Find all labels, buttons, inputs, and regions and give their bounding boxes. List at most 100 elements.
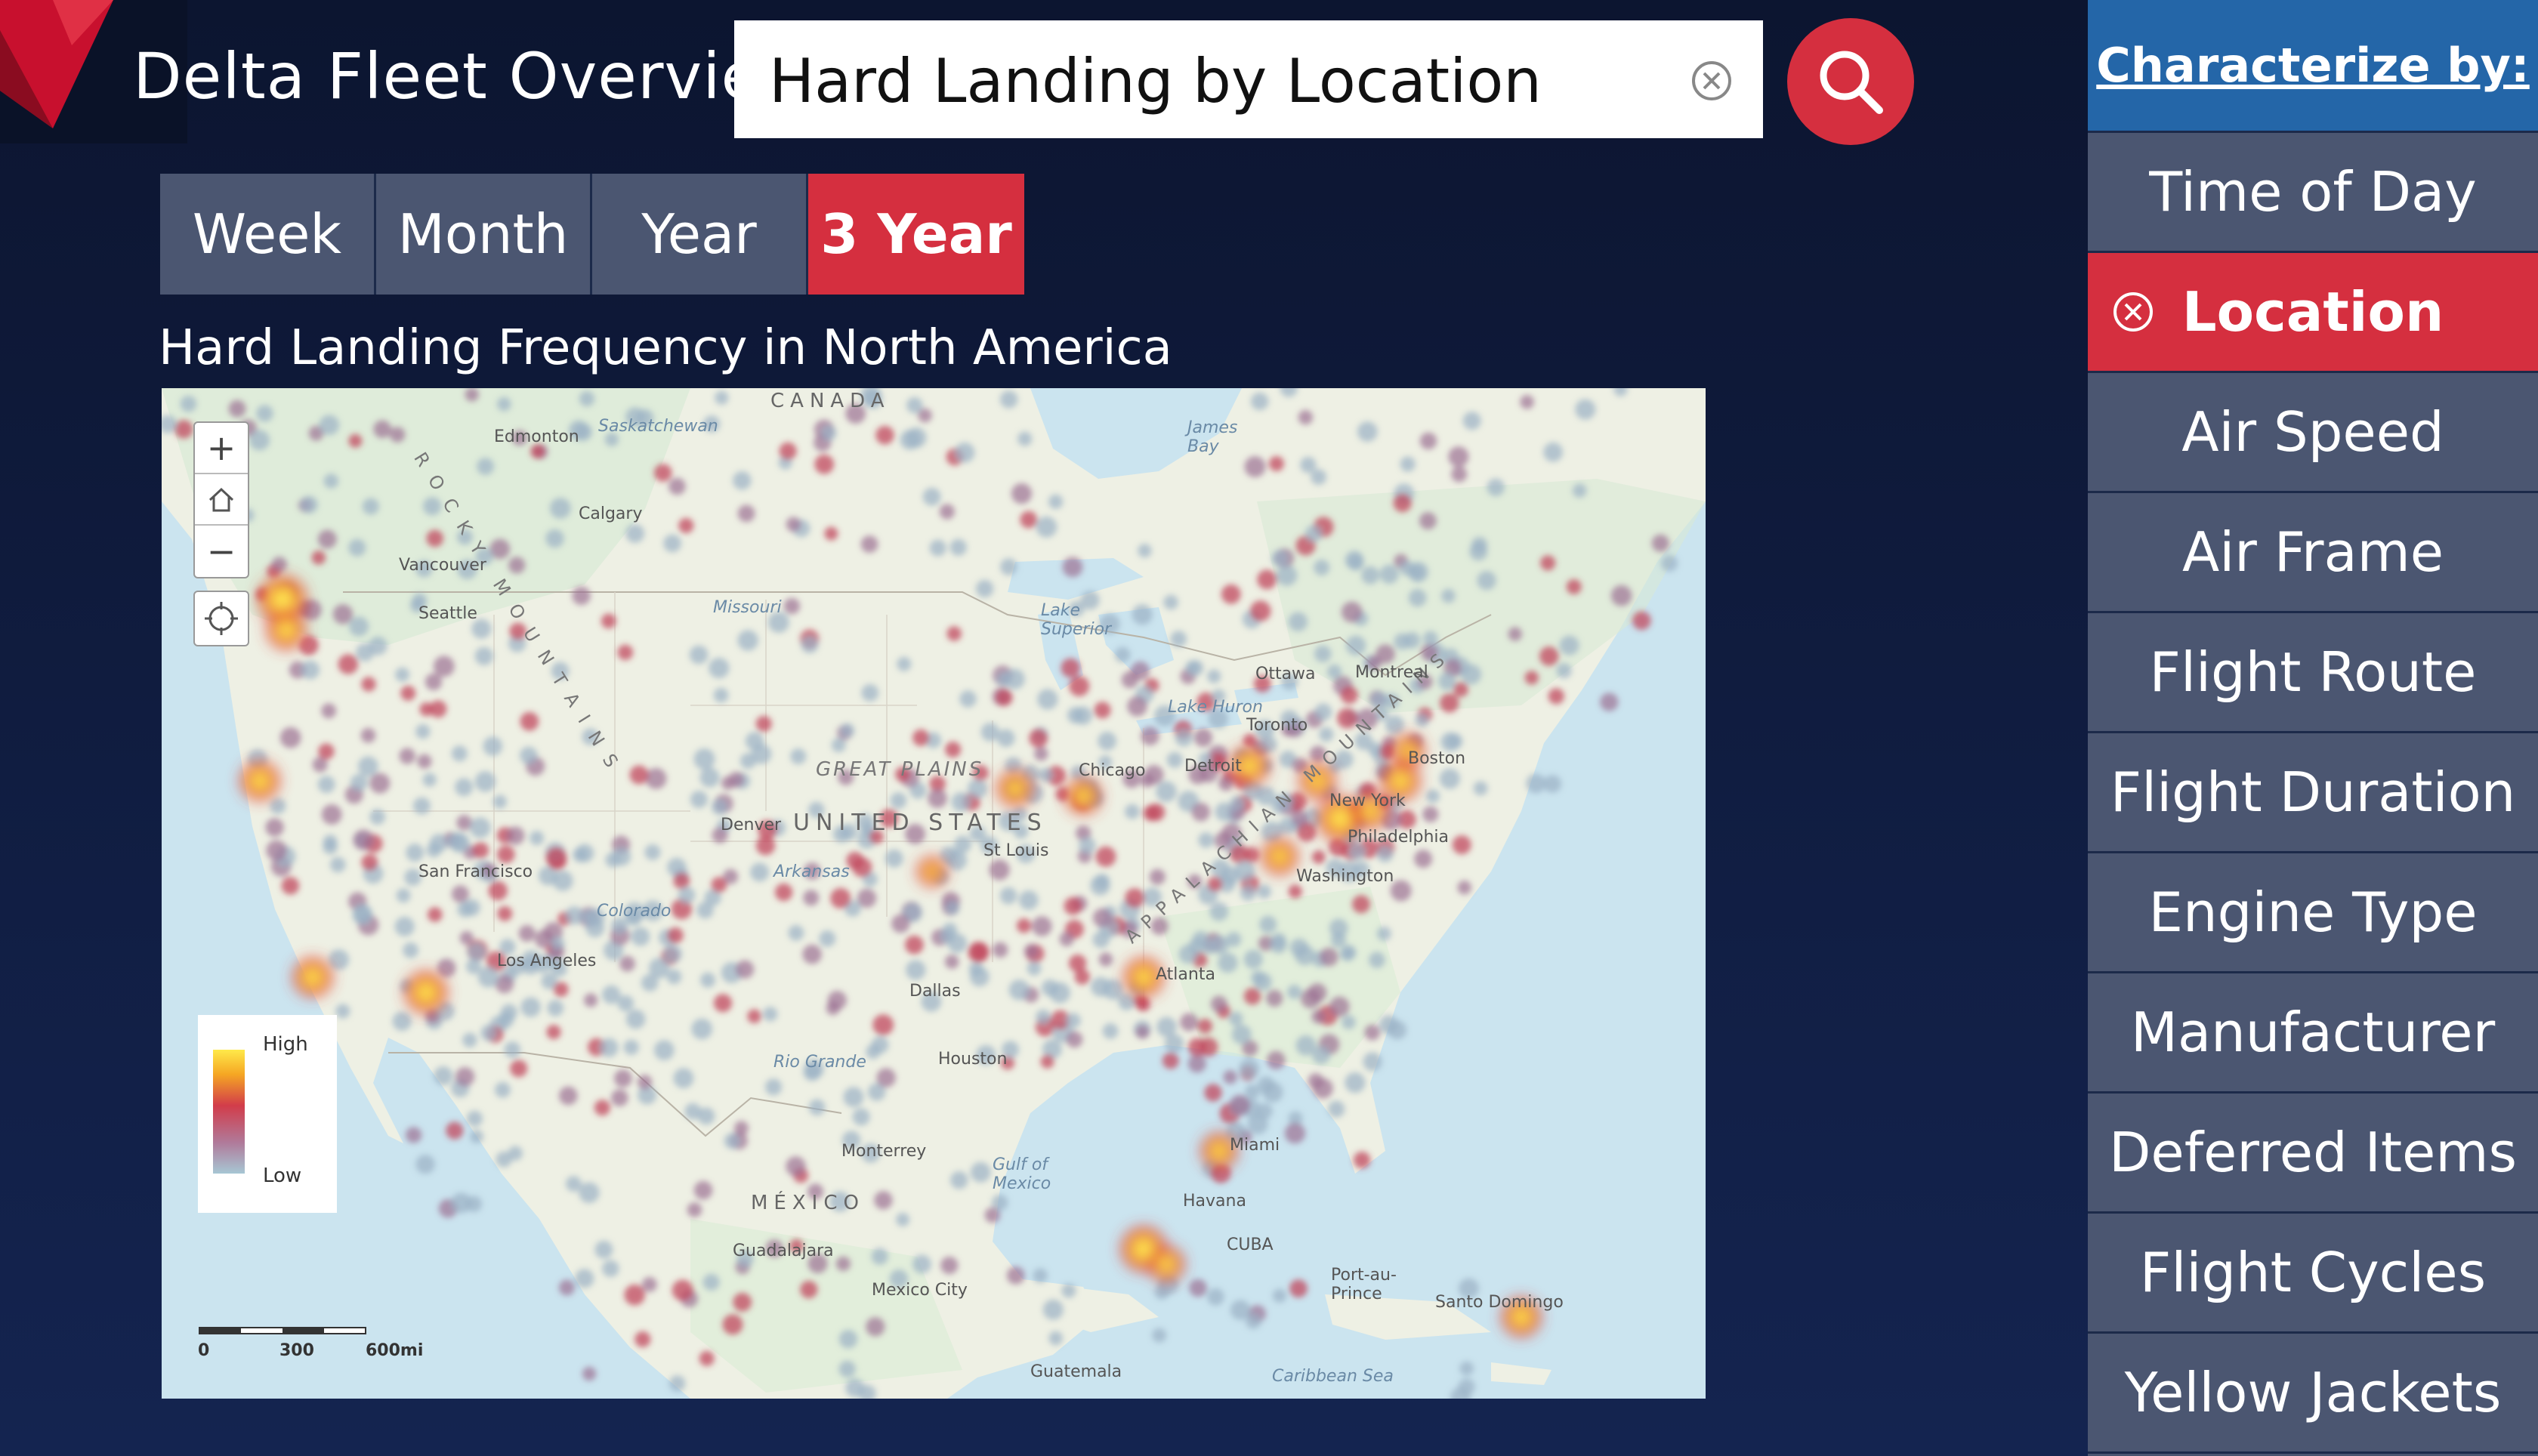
heat-point — [1199, 1037, 1218, 1057]
label-canada: CANADA — [770, 390, 891, 412]
heat-point — [1132, 604, 1153, 625]
heat-point — [1345, 635, 1366, 656]
heat-point — [266, 840, 287, 861]
tab-month[interactable]: Month — [376, 174, 592, 295]
heat-point — [666, 969, 682, 985]
heat-point — [1118, 993, 1135, 1010]
heat-point — [857, 888, 877, 908]
heat-point — [1000, 558, 1017, 575]
city-label: Monterrey — [841, 1142, 927, 1161]
sidebar-item-air-frame[interactable]: Air Frame — [2088, 493, 2538, 613]
heat-point — [497, 396, 511, 412]
heat-point — [631, 927, 650, 946]
search-box[interactable] — [734, 20, 1763, 138]
heat-point — [1330, 932, 1347, 948]
heat-point — [802, 944, 822, 964]
heat-point — [1419, 512, 1437, 530]
heat-map[interactable]: CANADA UNITED STATES MÉXICO GREAT PLAINS… — [162, 388, 1706, 1399]
heat-point — [619, 955, 635, 972]
city-label: Calgary — [579, 504, 643, 523]
label-great-plains: GREAT PLAINS — [816, 758, 984, 781]
heat-point — [1079, 837, 1096, 854]
sidebar-item-deferred-items[interactable]: Deferred Items — [2088, 1094, 2538, 1214]
locate-button[interactable] — [193, 591, 249, 646]
heat-point — [890, 792, 907, 809]
heat-point — [1320, 947, 1338, 967]
heat-point — [734, 1121, 749, 1136]
heat-hotspot-core — [1135, 1241, 1152, 1257]
heat-point — [625, 1009, 646, 1029]
heat-point — [1438, 672, 1456, 690]
heat-point — [1379, 1015, 1398, 1034]
sidebar-item-label: Flight Route — [2149, 640, 2477, 704]
heat-point — [488, 881, 508, 901]
sidebar-header-label[interactable]: Characterize by: — [2096, 38, 2529, 93]
heat-point — [874, 1191, 893, 1210]
heat-point — [174, 420, 193, 439]
heat-point — [1008, 979, 1030, 1001]
heat-point — [1156, 1016, 1177, 1037]
heat-point — [1271, 550, 1289, 567]
heat-point — [1197, 1019, 1213, 1034]
heat-point — [1249, 600, 1271, 622]
clear-circle-x-icon[interactable] — [1690, 60, 1733, 102]
remove-circle-x-icon[interactable] — [2110, 289, 2156, 335]
heat-point — [1231, 1024, 1252, 1044]
heat-point — [369, 637, 387, 656]
heat-point — [419, 702, 434, 717]
sidebar-item-flight-duration[interactable]: Flight Duration — [2088, 733, 2538, 853]
heat-point — [1187, 1054, 1206, 1073]
search-button[interactable] — [1787, 18, 1914, 145]
heat-point — [1166, 751, 1183, 768]
city-label: Santo Domingo — [1435, 1293, 1564, 1312]
label-arkansas: Arkansas — [773, 862, 850, 881]
heat-point — [1312, 1046, 1330, 1065]
heat-point — [1036, 1009, 1051, 1025]
sidebar-item-air-speed[interactable]: Air Speed — [2088, 373, 2538, 493]
sidebar-item-time-of-day[interactable]: Time of Day — [2088, 133, 2538, 253]
heat-point — [228, 399, 246, 418]
heat-point — [256, 405, 273, 422]
sidebar-item-manufacturer[interactable]: Manufacturer — [2088, 973, 2538, 1094]
heat-point — [1345, 1072, 1366, 1094]
sidebar-item-engine-type[interactable]: Engine Type — [2088, 853, 2538, 973]
heat-point — [1415, 713, 1429, 727]
heat-point — [897, 656, 912, 671]
zoom-out-button[interactable]: − — [195, 526, 248, 577]
heat-point — [415, 724, 431, 739]
tab-week[interactable]: Week — [160, 174, 376, 295]
zoom-in-button[interactable]: + — [195, 423, 248, 474]
sidebar-item-flight-cycles[interactable]: Flight Cycles — [2088, 1214, 2538, 1334]
heat-point — [737, 630, 758, 651]
heat-point — [1543, 775, 1561, 793]
sidebar-item-yellow-jackets[interactable]: Yellow Jackets — [2088, 1334, 2538, 1454]
tab-year[interactable]: Year — [592, 174, 808, 295]
heat-point — [319, 415, 340, 436]
heat-hotspot-core — [1332, 810, 1348, 827]
city-label: Havana — [1183, 1192, 1246, 1211]
home-button[interactable] — [195, 474, 248, 526]
heat-point — [1251, 970, 1265, 985]
search-input[interactable] — [767, 39, 1639, 123]
heat-point — [624, 1284, 645, 1306]
heat-point — [1414, 850, 1433, 868]
heat-point — [281, 877, 300, 895]
tab-3-year[interactable]: 3 Year — [808, 174, 1024, 295]
sidebar-item-location[interactable]: Location — [2088, 253, 2538, 373]
heat-point — [946, 850, 968, 871]
sidebar-item-flight-route[interactable]: Flight Route — [2088, 613, 2538, 733]
heat-point — [1210, 995, 1227, 1013]
heat-point — [321, 804, 342, 825]
heat-point — [1440, 693, 1459, 713]
heat-point — [654, 1040, 675, 1060]
heat-point — [788, 924, 804, 941]
heat-point — [1221, 584, 1241, 604]
label-caribbean-sea: Caribbean Sea — [1272, 1367, 1394, 1386]
heat-point — [1024, 943, 1039, 958]
heat-point — [422, 773, 437, 787]
label-cuba: CUBA — [1227, 1235, 1274, 1254]
heat-point — [940, 928, 956, 944]
heat-legend: High Low — [198, 1015, 337, 1213]
heat-point — [641, 974, 659, 992]
heat-point — [1202, 940, 1216, 955]
